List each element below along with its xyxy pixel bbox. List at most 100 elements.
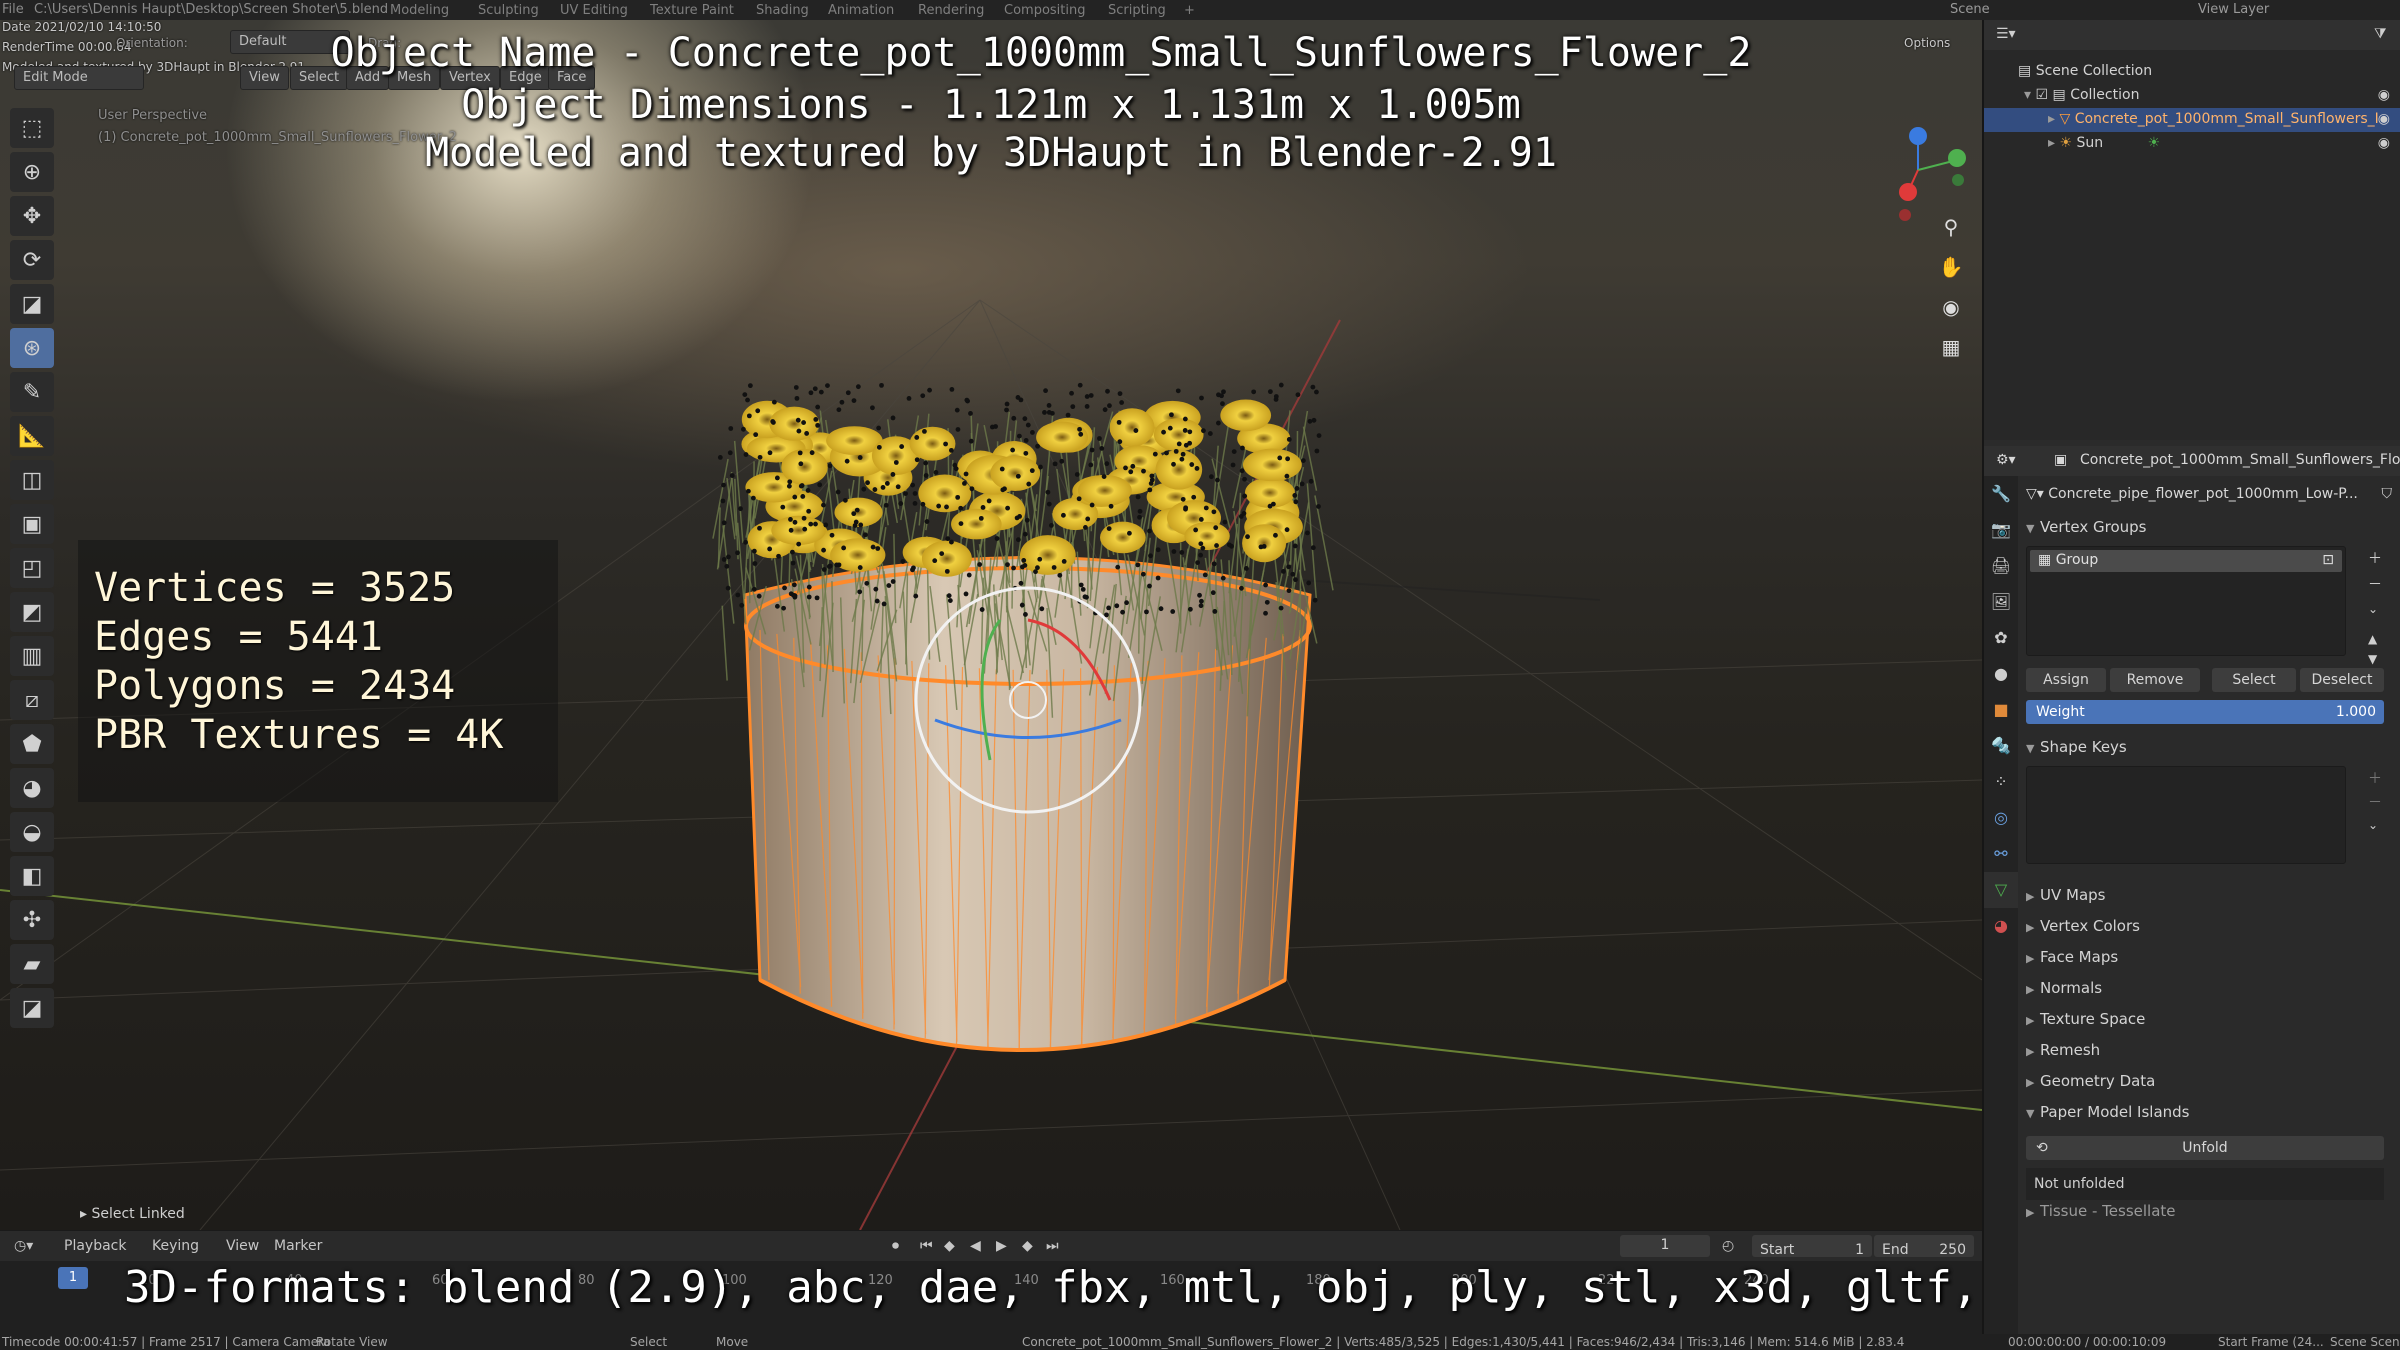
outliner-scene-collection[interactable]: ▤ Scene Collection <box>1984 60 2400 84</box>
poly-build-icon[interactable]: ⬟ <box>10 724 54 764</box>
remove-shape-key-button[interactable]: － <box>2368 792 2382 812</box>
material-tab-icon[interactable]: ◕ <box>1984 908 2018 944</box>
inset-icon[interactable]: ◰ <box>10 548 54 588</box>
move-up-icon[interactable]: ▲ <box>2368 632 2377 646</box>
pan-hand-icon[interactable]: ✋ <box>1936 252 1966 282</box>
tool-tab-icon[interactable]: 🔧 <box>1984 476 2018 512</box>
loop-cut-icon[interactable]: ▥ <box>10 636 54 676</box>
scale-icon[interactable]: ◪ <box>10 284 54 324</box>
measure-icon[interactable]: 📐 <box>10 416 54 456</box>
last-operator-panel[interactable]: ▸ Select Linked <box>80 1206 185 1222</box>
end-frame-field[interactable]: End 250 <box>1874 1235 1974 1258</box>
section-shape-keys[interactable]: ▼ Shape Keys <box>2026 738 2127 756</box>
clock-icon[interactable]: ◴ <box>1722 1238 1734 1254</box>
current-frame-field[interactable]: 1 <box>1620 1235 1710 1257</box>
checkbox-icon[interactable]: ☑ <box>2035 87 2048 103</box>
particles-tab-icon[interactable]: ⁘ <box>1984 764 2018 800</box>
marker-menu[interactable]: Marker <box>274 1238 322 1254</box>
playhead[interactable]: 1 <box>58 1267 88 1289</box>
edge-slide-icon[interactable]: ◧ <box>10 856 54 896</box>
select-box-icon[interactable]: ⬚ <box>10 108 54 148</box>
world-tab-icon[interactable]: ● <box>1984 656 2018 692</box>
vertex-groups-list[interactable]: ▦ Group ⊡ <box>2026 546 2346 656</box>
move-icon[interactable]: ✥ <box>10 196 54 236</box>
section-vertex-groups[interactable]: ▼ Vertex Groups <box>2026 518 2146 536</box>
start-frame-field[interactable]: Start 1 <box>1752 1235 1872 1258</box>
next-keyframe-icon[interactable]: ◆ <box>1022 1238 1033 1254</box>
play-reverse-icon[interactable]: ◀ <box>970 1238 981 1254</box>
expand-arrow-icon[interactable]: ▸ <box>2048 135 2055 151</box>
grid-icon[interactable]: ▦ <box>1936 332 1966 362</box>
record-icon[interactable]: ⏺ <box>892 1238 899 1254</box>
vertex-group-item[interactable]: ▦ Group ⊡ <box>2030 550 2342 572</box>
jump-start-icon[interactable]: ⏮ <box>920 1238 933 1254</box>
editor-type-icon[interactable]: ⚙▾ <box>1996 452 2016 468</box>
tab-scripting[interactable]: Scripting <box>1108 3 1166 18</box>
view-layer-label[interactable]: View Layer <box>2198 2 2269 17</box>
transform-icon[interactable]: ⊛ <box>10 328 54 368</box>
smooth-icon[interactable]: ◒ <box>10 812 54 852</box>
deselect-button[interactable]: Deselect <box>2300 668 2384 692</box>
rotate-icon[interactable]: ⟳ <box>10 240 54 280</box>
zoom-icon[interactable]: ⚲ <box>1936 212 1966 242</box>
outliner-object-pot[interactable]: ▸ ▽ Concrete_pot_1000mm_Small_Sunflowers… <box>1984 108 2400 132</box>
expand-arrow-icon[interactable]: ▾ <box>2024 87 2031 103</box>
tab-animation[interactable]: Animation <box>828 3 894 18</box>
eye-icon[interactable]: ◉ <box>2378 87 2390 103</box>
extrude-icon[interactable]: ▣ <box>10 504 54 544</box>
section-face-maps[interactable]: ▶ Face Maps <box>2026 948 2118 966</box>
render-tab-icon[interactable]: 📷 <box>1984 512 2018 548</box>
bevel-icon[interactable]: ◩ <box>10 592 54 632</box>
modifier-tab-icon[interactable]: 🔩 <box>1984 728 2018 764</box>
section-tissue-tessellate[interactable]: ▶ Tissue - Tessellate <box>2026 1202 2176 1220</box>
add-workspace-button[interactable]: + <box>1184 3 1195 18</box>
knife-icon[interactable]: ⧄ <box>10 680 54 720</box>
section-texture-space[interactable]: ▶ Texture Space <box>2026 1010 2145 1028</box>
constraints-tab-icon[interactable]: ⚯ <box>1984 836 2018 872</box>
section-paper-model-islands[interactable]: ▼ Paper Model Islands <box>2026 1103 2190 1121</box>
shape-key-specials-icon[interactable]: ⌄ <box>2368 818 2378 832</box>
playback-menu[interactable]: Playback <box>64 1238 126 1254</box>
remove-vertex-group-button[interactable]: － <box>2368 574 2382 594</box>
cursor-icon[interactable]: ⊕ <box>10 152 54 192</box>
scene-tab-icon[interactable]: ✿ <box>1984 620 2018 656</box>
add-cube-icon[interactable]: ◫ <box>10 460 54 500</box>
view-layer-tab-icon[interactable]: 🖼 <box>1984 584 2018 620</box>
move-down-icon[interactable]: ▼ <box>2368 652 2377 666</box>
editor-type-icon[interactable]: ☰▾ <box>1996 26 2016 42</box>
tab-compositing[interactable]: Compositing <box>1004 3 1086 18</box>
keying-menu[interactable]: Keying <box>152 1238 199 1254</box>
scene-label[interactable]: Scene <box>1950 2 1990 17</box>
rip-region-icon[interactable]: ◪ <box>10 988 54 1028</box>
expand-arrow-icon[interactable]: ▸ <box>2048 111 2055 127</box>
eye-icon[interactable]: ◉ <box>2378 135 2390 151</box>
specials-menu-icon[interactable]: ⌄ <box>2368 602 2378 616</box>
lock-icon[interactable]: ⊡ <box>2322 552 2334 568</box>
prev-keyframe-icon[interactable]: ◆ <box>944 1238 955 1254</box>
filter-icon[interactable]: ⧩ <box>2374 26 2387 42</box>
shrink-fatten-icon[interactable]: ✣ <box>10 900 54 940</box>
section-remesh[interactable]: ▶ Remesh <box>2026 1041 2100 1059</box>
eye-icon[interactable]: ◉ <box>2378 111 2390 127</box>
mesh-datablock-field[interactable]: ▽▾ Concrete_pipe_flower_pot_1000mm_Low-P… <box>2026 486 2396 510</box>
section-uv-maps[interactable]: ▶ UV Maps <box>2026 886 2105 904</box>
tab-rendering[interactable]: Rendering <box>918 3 984 18</box>
section-geometry-data[interactable]: ▶ Geometry Data <box>2026 1072 2155 1090</box>
output-tab-icon[interactable]: 🖨 <box>1984 548 2018 584</box>
tab-uv-editing[interactable]: UV Editing <box>560 3 628 18</box>
weight-slider[interactable]: Weight 1.000 <box>2026 700 2384 724</box>
spin-icon[interactable]: ◕ <box>10 768 54 808</box>
object-tab-icon[interactable]: ■ <box>1984 692 2018 728</box>
editor-type-icon[interactable]: ◷▾ <box>14 1238 33 1254</box>
shear-icon[interactable]: ▰ <box>10 944 54 984</box>
outliner-collection[interactable]: ▾ ☑ ▤ Collection ◉ <box>1984 84 2400 108</box>
select-button[interactable]: Select <box>2212 668 2296 692</box>
camera-icon[interactable]: ◉ <box>1936 292 1966 322</box>
file-menu[interactable]: File <box>2 2 24 17</box>
unfold-button[interactable]: ⟲ Unfold <box>2026 1136 2384 1160</box>
3d-viewport[interactable]: Date 2021/02/10 14:10:50 RenderTime 00:0… <box>0 20 1982 1230</box>
section-normals[interactable]: ▶ Normals <box>2026 979 2102 997</box>
add-vertex-group-button[interactable]: ＋ <box>2368 548 2382 568</box>
add-shape-key-button[interactable]: ＋ <box>2368 768 2382 788</box>
section-vertex-colors[interactable]: ▶ Vertex Colors <box>2026 917 2140 935</box>
